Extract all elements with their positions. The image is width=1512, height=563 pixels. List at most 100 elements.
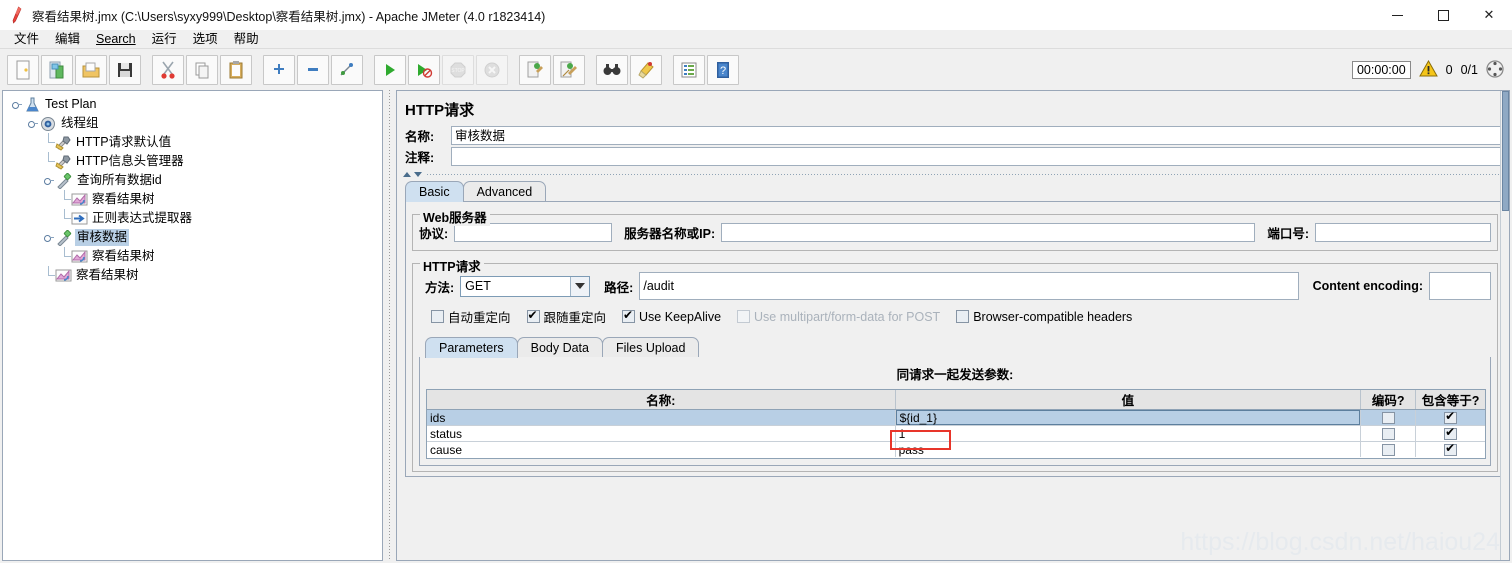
panel-splitter[interactable] [385,90,394,561]
minimize-button[interactable] [1374,0,1420,30]
tab-advanced[interactable]: Advanced [462,181,547,202]
function-helper-button[interactable] [673,54,705,85]
cell-param-value[interactable]: pass [896,442,1362,457]
right-panel-scrollbar[interactable] [1500,91,1509,560]
checkbox-icon[interactable] [956,310,970,323]
checkbox-icon[interactable] [1381,427,1395,440]
tab-parameters[interactable]: Parameters [425,337,518,358]
checkbox-checked-icon[interactable] [1444,426,1458,440]
column-header-include-equals[interactable]: 包含等于? [1416,390,1485,409]
menu-search[interactable]: Search [88,30,144,48]
cell-param-name[interactable]: status [427,426,896,441]
chevron-down-icon[interactable] [570,276,590,296]
tree-node-regex-extractor[interactable]: 正则表达式提取器 [7,209,382,228]
browser-compatible-headers-checkbox[interactable]: Browser-compatible headers [956,310,1132,324]
checkbox-icon[interactable] [1381,411,1395,424]
maximize-button[interactable] [1420,0,1466,30]
copy-button[interactable] [186,54,218,85]
open-button[interactable] [75,54,107,85]
column-header-value[interactable]: 值 [896,390,1362,409]
tree-node-thread-group[interactable]: 线程组 [7,114,382,133]
close-button[interactable]: ✕ [1466,0,1512,30]
view-results-tree-icon [70,248,88,265]
use-keepalive-checkbox[interactable]: Use KeepAlive [622,308,721,324]
start-button[interactable] [374,54,406,85]
tree-node-view-results-tree[interactable]: 察看结果树 [7,247,382,266]
search-reset-button[interactable] [630,54,662,85]
clear-button[interactable] [519,54,551,85]
menu-help[interactable]: 帮助 [226,30,267,48]
new-button[interactable] [7,54,39,85]
tree-node-view-results-tree[interactable]: 察看结果树 [7,266,382,285]
expand-handle-icon[interactable] [11,99,22,110]
table-row[interactable]: cause pass [427,442,1485,458]
tree-node-audit-data[interactable]: 审核数据 [7,228,382,247]
expand-handle-icon[interactable] [43,232,54,243]
tree-node-test-plan[interactable]: Test Plan [7,95,382,114]
cell-param-value[interactable]: 1 [896,426,1362,441]
checkbox-icon[interactable] [1381,443,1395,456]
column-header-name[interactable]: 名称: [427,390,896,409]
server-input[interactable] [721,223,1256,242]
cut-button[interactable] [152,54,184,85]
templates-button[interactable] [41,54,73,85]
collapse-all-button[interactable] [297,54,329,85]
cell-include-equals[interactable] [1416,410,1485,425]
paste-button[interactable] [220,54,252,85]
checkbox-checked-icon[interactable] [622,308,636,323]
table-row[interactable]: ids ${id_1} [427,410,1485,426]
tree-node-view-results-tree[interactable]: 察看结果树 [7,190,382,209]
comment-input[interactable] [451,147,1503,166]
name-input[interactable]: 审核数据 [451,126,1503,145]
warning-triangle-icon[interactable] [1418,59,1438,80]
checkbox-checked-icon[interactable] [526,308,540,323]
menu-run[interactable]: 运行 [144,30,185,48]
follow-redirects-checkbox[interactable]: 跟随重定向 [526,307,606,326]
expand-handle-icon[interactable] [43,175,54,186]
checkbox-checked-icon[interactable] [1444,410,1458,424]
checkbox-icon[interactable] [431,310,444,323]
toggle-button[interactable] [331,54,363,85]
content-encoding-input[interactable] [1429,272,1491,300]
scrollbar-thumb[interactable] [1502,91,1509,211]
tree-node-header-manager[interactable]: HTTP信息头管理器 [7,152,382,171]
search-button[interactable] [596,54,628,85]
expand-all-button[interactable] [263,54,295,85]
cell-include-equals[interactable] [1416,426,1485,441]
test-plan-tree-panel[interactable]: Test Plan 线程组 HTTP请求默认值 HTTP信息头管理器 查询所有数… [2,90,383,561]
cell-encode[interactable] [1361,426,1417,441]
collapse-down-icon[interactable] [414,171,422,177]
cell-param-value[interactable]: ${id_1} [895,410,1362,425]
cell-param-name[interactable]: ids [427,410,896,425]
tab-body-data[interactable]: Body Data [516,337,603,358]
tree-guide [59,190,71,209]
menu-options[interactable]: 选项 [185,30,226,48]
main-tabstrip: Basic Advanced [397,180,1509,202]
path-input[interactable]: /audit [639,272,1299,300]
column-header-encode[interactable]: 编码? [1361,390,1417,409]
table-row[interactable]: status 1 [427,426,1485,442]
clear-all-button[interactable] [553,54,585,85]
parameters-table[interactable]: 名称: 值 编码? 包含等于? ids ${id_1} ✔ status 1 ✔… [426,389,1486,459]
tab-basic[interactable]: Basic [405,181,464,202]
menu-file[interactable]: 文件 [6,30,47,48]
cell-param-name[interactable]: cause [427,442,896,457]
cell-encode[interactable] [1361,410,1417,425]
tree-node-http-defaults[interactable]: HTTP请求默认值 [7,133,382,152]
collapse-up-icon[interactable] [403,171,411,177]
tree-node-query-all-ids[interactable]: 查询所有数据id [7,171,382,190]
menu-edit[interactable]: 编辑 [47,30,88,48]
svg-text:?: ? [720,65,726,77]
help-button[interactable]: ? [707,54,739,85]
auto-redirect-checkbox[interactable]: 自动重定向 [431,307,511,326]
cell-editor[interactable]: ${id_1} [895,410,1361,425]
port-input[interactable] [1315,223,1491,242]
cell-encode[interactable] [1361,442,1417,457]
tab-files-upload[interactable]: Files Upload [601,337,700,358]
checkbox-checked-icon[interactable] [1444,442,1458,456]
cell-include-equals[interactable] [1416,442,1485,457]
method-select[interactable]: GET [460,275,591,297]
save-button[interactable] [109,54,141,85]
expand-handle-icon[interactable] [27,118,38,129]
start-no-pauses-button[interactable] [408,54,440,85]
